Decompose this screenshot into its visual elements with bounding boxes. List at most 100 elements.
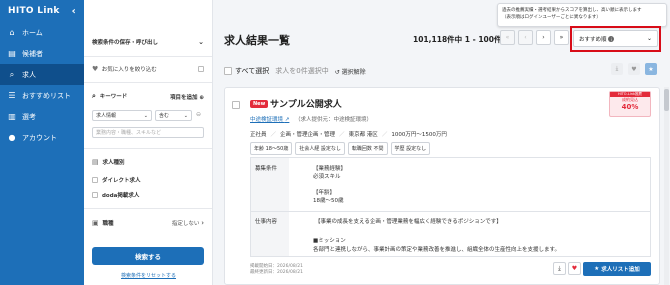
requirements-line: 18歳〜50歳 (313, 198, 344, 204)
duties-line: ■ミッション (313, 238, 346, 244)
direct-job-checkbox[interactable] (92, 177, 98, 183)
collapse-sidebar-icon[interactable]: ‹ (72, 6, 76, 17)
reset-filter-link[interactable]: 検索条件をリセットする (84, 272, 213, 279)
keyword-input[interactable]: 業務内容・職種、スキルなど (92, 127, 204, 138)
results-main: 過去の推薦実績・選考結果からスコアを算出し、高い順に表示します （表示順はログイ… (213, 0, 670, 285)
select-all-checkbox[interactable] (224, 67, 232, 75)
search-icon: ⌕ (92, 92, 96, 100)
job-card: New サンプル公開求人 中途検証環境 ↗ （求人提供元：中途検証環境） HIT… (224, 87, 660, 285)
result-count: 101,118件中 1 - 100件 (413, 35, 502, 44)
sidebar-item-label: おすすめリスト (22, 91, 71, 100)
duties-line: 各部門と連携しながら、事業計画の策定や業務改善を推進し、組織全体の生産性向上を支… (313, 247, 560, 253)
employment-type: 正社員 (250, 132, 267, 138)
tag-age: 年齢 18〜50歳 (250, 142, 293, 155)
duties-label: 仕事内容 (255, 219, 278, 225)
last-page-button[interactable]: » (554, 30, 569, 45)
external-link-icon: ↗ (284, 117, 290, 123)
prev-page-button[interactable]: ‹ (518, 30, 533, 45)
remove-keyword-icon[interactable]: ⊖ (196, 111, 201, 118)
keyword-field-select[interactable]: 求人情報 ⌄ (92, 110, 152, 121)
chevron-left-icon: ‹ (524, 34, 527, 41)
doda-job-checkbox[interactable] (92, 192, 98, 198)
requirements-line: 【業務経験】 (313, 166, 347, 172)
sidebar-item-document[interactable]: ▥ 選考 (0, 106, 84, 127)
keyword-label: キーワード (99, 94, 128, 100)
double-chevron-left-icon: « (505, 34, 510, 41)
star-icon: ★ (648, 65, 654, 73)
condition-tags: 年齢 18〜50歳 社会人経 設定なし 転職回数 不問 学歴 設定なし (250, 142, 431, 155)
job-type-header: ▤ 求人種別 (92, 158, 125, 166)
keyword-match-select[interactable]: 含む ⌄ (155, 110, 192, 121)
requirements-label: 募集条件 (255, 166, 278, 172)
keyword-header: ⌕ キーワード 項目を追加 ⊕ (92, 92, 204, 101)
candidates-icon: ▤ (8, 49, 16, 58)
sidebar-header: HITO Link ‹ (0, 0, 84, 22)
job-meta: 正社員／ 企画・管理企画・管理／ 東京都 港区／ 1000万円〜1500万円 (250, 132, 447, 138)
provider-text: （求人提供元：中途検証環境） (295, 117, 373, 123)
bulk-download-button[interactable]: ⤓ (611, 63, 623, 75)
sidebar-item-label: 候補者 (22, 49, 43, 58)
double-chevron-right-icon: » (559, 34, 564, 41)
scrollbar-thumb[interactable] (664, 89, 669, 111)
bulk-favorite-button[interactable]: ♥ (628, 63, 640, 75)
chevron-down-icon: ⌄ (646, 35, 652, 42)
sort-select[interactable]: おすすめ順 i ⌄ (573, 30, 658, 47)
plus-circle-icon: ⊕ (199, 94, 204, 101)
results-scrollbar[interactable] (664, 87, 669, 285)
chevron-down-icon: ⌄ (198, 38, 204, 46)
sidebar-item-person[interactable]: ● アカウント (0, 127, 84, 148)
chevron-right-icon: › (201, 219, 204, 227)
page-title: 求人結果一覧 (224, 34, 290, 47)
undo-icon: ↺ (334, 68, 340, 76)
company-link[interactable]: 中途検証環境 ↗ (250, 115, 289, 123)
first-page-button[interactable]: « (500, 30, 515, 45)
updated-date: 最終更新日：2026/08/21 (250, 270, 303, 275)
brand-logo: HITO Link (8, 6, 60, 16)
bulk-add-list-button[interactable]: ★ (645, 63, 657, 75)
filter-panel: 検索条件の保存・呼び出し ⌄ ♥ お気に入りを絞り込む ⌕ キーワード 項目を追… (84, 0, 213, 285)
tag-job-changes: 転職回数 不問 (347, 142, 388, 155)
add-item-button[interactable]: 項目を追加 ⊕ (170, 93, 204, 101)
deselect-button[interactable]: ↺ 選択解除 (335, 67, 366, 76)
next-page-button[interactable]: › (536, 30, 551, 45)
chevron-down-icon: ⌄ (183, 112, 188, 119)
sidebar-item-candidates[interactable]: ▤ 候補者 (0, 43, 84, 64)
selected-count: 求人を0件選択中 (275, 67, 329, 75)
sidebar-item-label: 求人 (22, 70, 36, 79)
sidebar: HITO Link ‹ ⌂ ホーム ▤ 候補者 ⌕ 求人 ☰ おすすめリスト ▥ 選考 ● アカウント (0, 0, 84, 285)
job-dates: 掲載開始日：2026/08/21 最終更新日：2026/08/21 (250, 264, 303, 276)
download-icon: ⤓ (558, 264, 561, 272)
favorites-filter[interactable]: ♥ お気に入りを絞り込む (92, 65, 204, 73)
download-icon: ⤓ (615, 65, 619, 72)
favorites-checkbox[interactable] (198, 66, 204, 72)
info-icon: i (608, 36, 615, 42)
occupation-filter[interactable]: ▣ 職種 指定しない › (92, 219, 204, 227)
job-title[interactable]: サンプル公開求人 (270, 97, 342, 110)
saved-search-toggle[interactable]: 検索条件の保存・呼び出し ⌄ (92, 38, 204, 46)
add-to-list-button[interactable]: ★ 求人リスト追加 (583, 262, 651, 276)
sidebar-item-search[interactable]: ⌕ 求人 (0, 64, 84, 85)
document-icon: ▥ (8, 112, 16, 121)
doda-job-option[interactable]: doda掲載求人 (92, 191, 204, 199)
sidebar-item-label: アカウント (22, 133, 57, 142)
app-root: HITO Link ‹ ⌂ ホーム ▤ 候補者 ⌕ 求人 ☰ おすすめリスト ▥ 選考 ● アカウント… (0, 0, 670, 285)
duties-intro: 【事業の成長を支える企画・管理業務を幅広く経験できるポジションです】 (315, 219, 502, 225)
job-select-checkbox[interactable] (232, 101, 240, 109)
job-location: 東京都 港区 (348, 132, 378, 138)
direct-job-option[interactable]: ダイレクト求人 (92, 176, 204, 184)
saved-search-label: 検索条件の保存・呼び出し (92, 40, 159, 46)
tag-experience: 社会人経 設定なし (295, 142, 345, 155)
star-icon: ★ (594, 266, 600, 272)
sort-tooltip: 過去の推薦実績・選考結果からスコアを算出し、高い順に表示します （表示順はログイ… (497, 3, 667, 27)
document-icon: ▤ (92, 158, 99, 166)
sidebar-item-list[interactable]: ☰ おすすめリスト (0, 85, 84, 106)
tag-education: 学歴 設定なし (390, 142, 431, 155)
download-button[interactable]: ⤓ (553, 262, 566, 275)
search-button[interactable]: 検索する (92, 247, 204, 265)
favorites-label: お気に入りを絞り込む (101, 67, 157, 73)
selection-toolbar: すべて選択 求人を0件選択中 ↺ 選択解除 (224, 66, 366, 76)
sidebar-item-home[interactable]: ⌂ ホーム (0, 22, 84, 43)
select-all-label[interactable]: すべて選択 (235, 66, 269, 76)
list-icon: ☰ (8, 91, 16, 100)
favorite-button[interactable]: ♥ (568, 262, 581, 275)
